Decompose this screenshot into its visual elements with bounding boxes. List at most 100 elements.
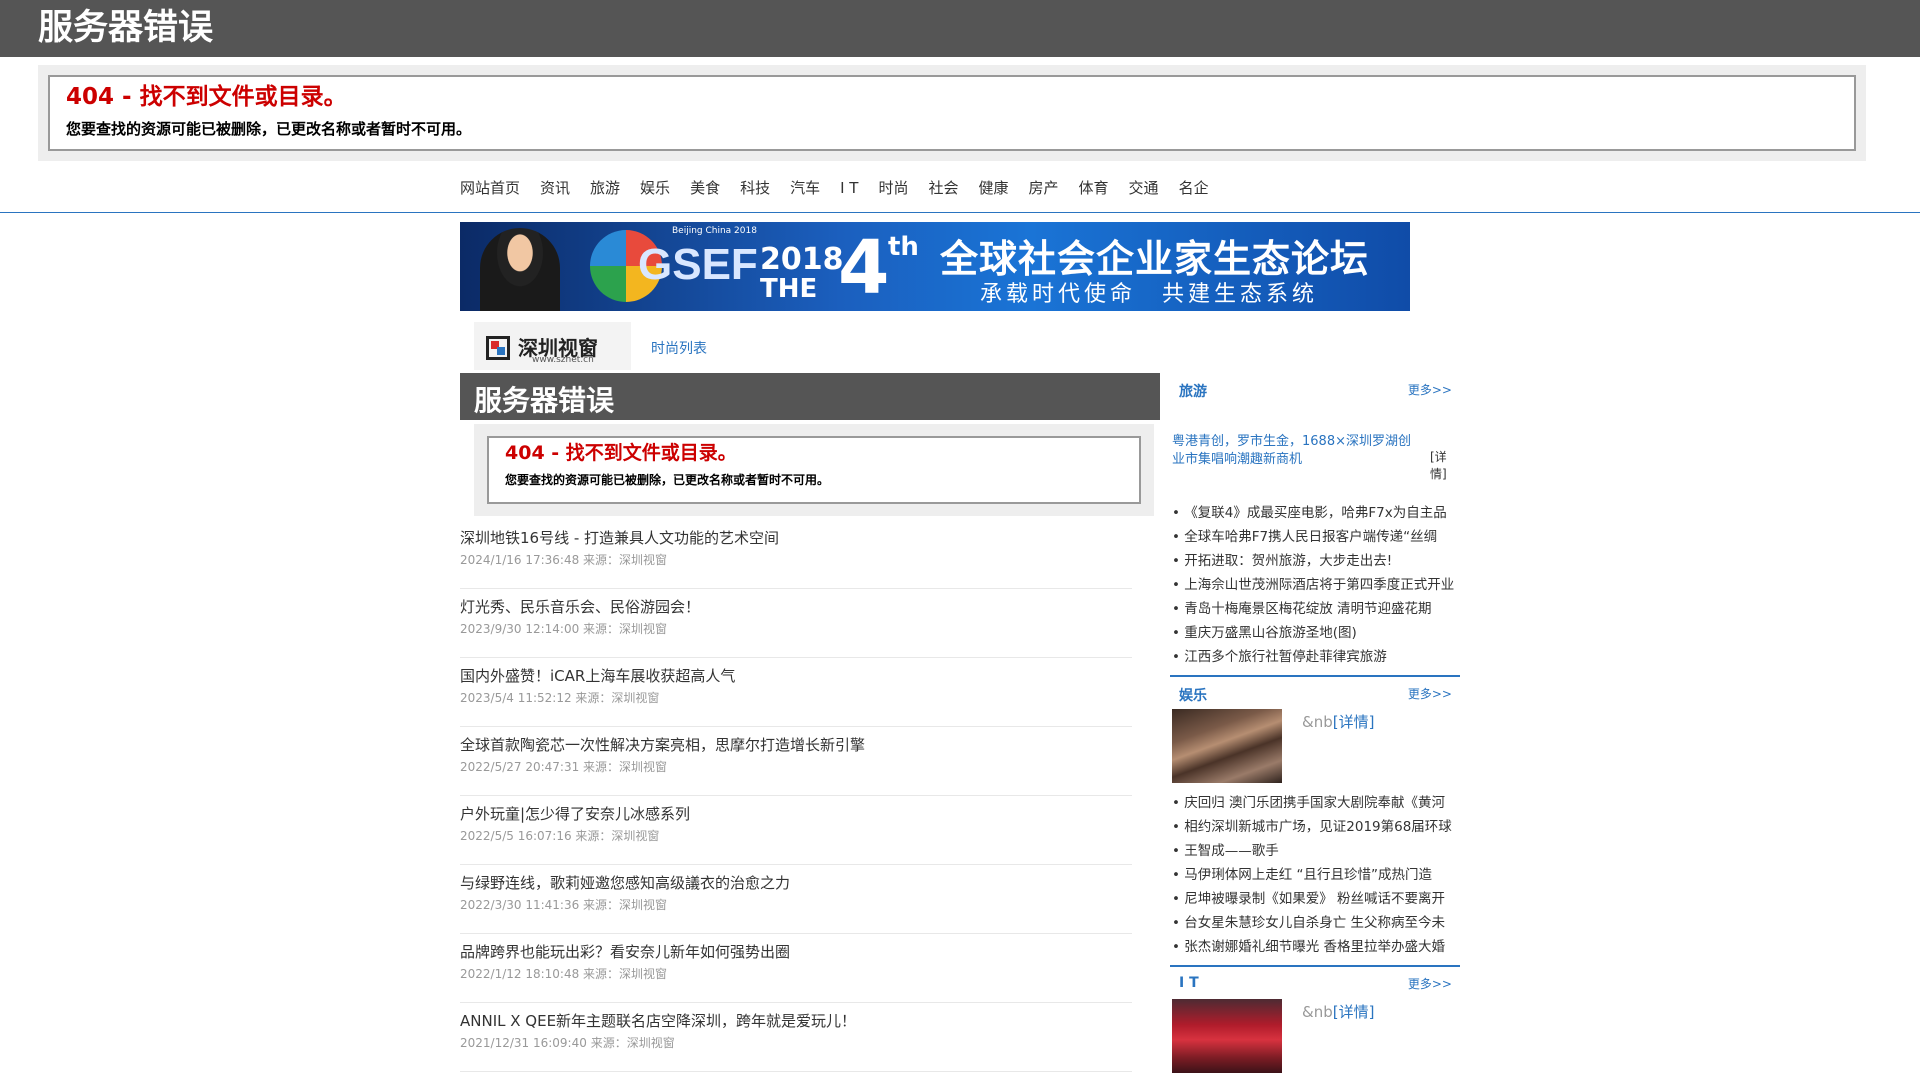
list-item: ANNIL X QEE新年主题联名店空降深圳，跨年就是爱玩儿！ 2021/12/… xyxy=(460,1003,1132,1072)
news-meta: 2022/1/12 18:10:48 来源：深圳视窗 xyxy=(460,967,668,981)
forum-banner[interactable]: Beijing China 2018 GSEF 2018 THE 4 th 全球… xyxy=(460,222,1410,311)
entertainment-nb-text: &nb xyxy=(1302,713,1333,731)
travel-section-title[interactable]: 旅游 xyxy=(1179,381,1207,401)
banner-ordinal-suffix: th xyxy=(888,232,919,262)
page-title: 服务器错误 xyxy=(38,8,214,48)
error-description: 您要查找的资源可能已被删除，已更改名称或者暂时不可用。 xyxy=(66,120,472,138)
breadcrumb[interactable]: 时尚列表 xyxy=(651,338,707,358)
error-panel: 404 - 找不到文件或目录。 您要查找的资源可能已被删除，已更改名称或者暂时不… xyxy=(38,65,1866,161)
list-item[interactable]: 上海佘山世茂洲际酒店将于第四季度正式开业 xyxy=(1170,573,1460,597)
list-item: 与绿野连线，歌莉娅邀您感知高级議衣的治愈之力 2022/3/30 11:41:3… xyxy=(460,865,1132,934)
list-item[interactable]: 青岛十梅庵景区梅花绽放 清明节迎盛花期 xyxy=(1170,597,1460,621)
travel-feature-image-alt[interactable]: 粤港青创，罗市生金，1688×深圳罗湖创业市集唱响潮趣新商机 xyxy=(1172,433,1422,469)
nav-item-it[interactable]: I T xyxy=(840,178,858,198)
list-item[interactable]: 尼坤被曝录制《如果爱》 粉丝喊话不要离开 xyxy=(1170,887,1460,911)
nav-item-home[interactable]: 网站首页 xyxy=(460,178,520,198)
main-error-panel: 404 - 找不到文件或目录。 您要查找的资源可能已被删除，已更改名称或者暂时不… xyxy=(474,424,1154,516)
banner-ordinal: 4 xyxy=(838,225,890,311)
news-title[interactable]: 与绿野连线，歌莉娅邀您感知高级議衣的治愈之力 xyxy=(460,873,1132,893)
news-meta: 2023/5/4 11:52:12 来源：深圳视窗 xyxy=(460,691,660,705)
list-item: 国内外盛赞！iCAR上海车展收获超高人气 2023/5/4 11:52:12 来… xyxy=(460,658,1132,727)
error-title: 404 - 找不到文件或目录。 xyxy=(66,84,347,110)
list-item[interactable]: 全球车哈弗F7携人民日报客户端传递“丝绸 xyxy=(1170,525,1460,549)
it-section-header: I T 更多>> xyxy=(1170,965,1460,995)
site-logo[interactable]: 深圳视窗 www.sznet.cn xyxy=(474,322,631,370)
entertainment-summary: &nb[详情] xyxy=(1302,711,1374,732)
banner-the: THE xyxy=(760,274,818,304)
travel-section-header: 旅游 更多>> xyxy=(1170,373,1460,403)
main-error-header: 服务器错误 xyxy=(460,373,1160,420)
list-item[interactable]: 相约深圳新城市广场，见证2019第68届环球 xyxy=(1170,815,1460,839)
news-title[interactable]: 品牌跨界也能玩出彩？看安奈儿新年如何强势出圈 xyxy=(460,942,1132,962)
server-error-header: 服务器错误 xyxy=(0,0,1920,57)
nav-item-sports[interactable]: 体育 xyxy=(1079,178,1109,198)
news-title[interactable]: 户外玩童|怎少得了安奈儿冰感系列 xyxy=(460,804,1132,824)
site-logo-url: www.sznet.cn xyxy=(532,355,594,365)
banner-title: 全球社会企业家生态论坛 xyxy=(940,237,1370,281)
it-section-title[interactable]: I T xyxy=(1179,975,1199,991)
entertainment-detail-link[interactable]: [详情] xyxy=(1333,713,1375,731)
list-item[interactable]: 江西多个旅行社暂停赴菲律宾旅游 xyxy=(1170,645,1460,669)
travel-news-list: 《复联4》成最买座电影，哈弗F7x为自主品 全球车哈弗F7携人民日报客户端传递“… xyxy=(1170,497,1460,675)
news-meta: 2023/9/30 12:14:00 来源：深圳视窗 xyxy=(460,622,668,636)
it-more-link[interactable]: 更多>> xyxy=(1408,975,1452,992)
it-thumbnail[interactable] xyxy=(1172,999,1282,1073)
nav-item-tech[interactable]: 科技 xyxy=(740,178,770,198)
nav-item-companies[interactable]: 名企 xyxy=(1179,178,1209,198)
nav-item-travel[interactable]: 旅游 xyxy=(590,178,620,198)
it-summary: &nb[详情] xyxy=(1302,1001,1374,1022)
entertainment-section-title[interactable]: 娱乐 xyxy=(1179,685,1207,705)
list-item[interactable]: 《复联4》成最买座电影，哈弗F7x为自主品 xyxy=(1170,501,1460,525)
main-error-description: 您要查找的资源可能已被删除，已更改名称或者暂时不可用。 xyxy=(505,473,830,487)
news-title[interactable]: 国内外盛赞！iCAR上海车展收获超高人气 xyxy=(460,666,1132,686)
nav-item-news[interactable]: 资讯 xyxy=(540,178,570,198)
entertainment-section-header: 娱乐 更多>> xyxy=(1170,675,1460,705)
entertainment-news-list: 庆回归 澳门乐团携手国家大剧院奉献《黄河 相约深圳新城市广场，见证2019第68… xyxy=(1170,787,1460,965)
banner-slogan: 承载时代使命 共建生态系统 xyxy=(980,282,1319,307)
news-title[interactable]: ANNIL X QEE新年主题联名店空降深圳，跨年就是爱玩儿！ xyxy=(460,1011,1132,1031)
main-nav: 网站首页 资讯 旅游 娱乐 美食 科技 汽车 I T 时尚 社会 健康 房产 体… xyxy=(0,168,1920,213)
news-title[interactable]: 全球首款陶瓷芯一次性解决方案亮相，思摩尔打造增长新引擎 xyxy=(460,735,1132,755)
it-feature: &nb[详情] xyxy=(1170,995,1460,1073)
nav-item-fashion[interactable]: 时尚 xyxy=(878,178,908,198)
travel-feature: 粤港青创，罗市生金，1688×深圳罗湖创业市集唱响潮趣新商机 [详情] xyxy=(1170,403,1460,497)
list-item[interactable]: 开拓进取：贺州旅游，大步走出去! xyxy=(1170,549,1460,573)
travel-detail-link[interactable]: [详情] xyxy=(1430,449,1458,483)
main-error-title: 服务器错误 xyxy=(474,384,615,417)
travel-more-link[interactable]: 更多>> xyxy=(1408,381,1452,398)
news-meta: 2022/3/30 11:41:36 来源：深圳视窗 xyxy=(460,898,668,912)
entertainment-feature: &nb[详情] xyxy=(1170,705,1460,787)
news-title[interactable]: 深圳地铁16号线 - 打造兼具人文功能的艺术空间 xyxy=(460,528,1132,548)
news-title[interactable]: 灯光秀、民乐音乐会、民俗游园会！ xyxy=(460,597,1132,617)
entertainment-more-link[interactable]: 更多>> xyxy=(1408,685,1452,702)
it-nb-text: &nb xyxy=(1302,1003,1333,1021)
speaker-photo xyxy=(480,228,560,311)
list-item[interactable]: 马伊琍体网上走红 “且行且珍惜”成热门造 xyxy=(1170,863,1460,887)
news-list: 深圳地铁16号线 - 打造兼具人文功能的艺术空间 2024/1/16 17:36… xyxy=(460,520,1132,1072)
window-logo-icon xyxy=(486,336,510,360)
sidebar: 旅游 更多>> 粤港青创，罗市生金，1688×深圳罗湖创业市集唱响潮趣新商机 [… xyxy=(1170,373,1460,1073)
entertainment-thumbnail[interactable] xyxy=(1172,709,1282,783)
banner-year: 2018 xyxy=(760,242,844,277)
nav-item-society[interactable]: 社会 xyxy=(928,178,958,198)
news-meta: 2024/1/16 17:36:48 来源：深圳视窗 xyxy=(460,553,668,567)
list-item[interactable]: 庆回归 澳门乐团携手国家大剧院奉献《黄河 xyxy=(1170,791,1460,815)
main-error-code: 404 - 找不到文件或目录。 xyxy=(505,442,737,464)
news-meta: 2022/5/27 20:47:31 来源：深圳视窗 xyxy=(460,760,668,774)
list-item: 品牌跨界也能玩出彩？看安奈儿新年如何强势出圈 2022/1/12 18:10:4… xyxy=(460,934,1132,1003)
nav-item-traffic[interactable]: 交通 xyxy=(1129,178,1159,198)
it-detail-link[interactable]: [详情] xyxy=(1333,1003,1375,1021)
nav-item-realestate[interactable]: 房产 xyxy=(1029,178,1059,198)
list-item[interactable]: 重庆万盛黑山谷旅游圣地(图) xyxy=(1170,621,1460,645)
list-item[interactable]: 张杰谢娜婚礼细节曝光 香格里拉举办盛大婚 xyxy=(1170,935,1460,959)
nav-item-health[interactable]: 健康 xyxy=(979,178,1009,198)
list-item: 灯光秀、民乐音乐会、民俗游园会！ 2023/9/30 12:14:00 来源：深… xyxy=(460,589,1132,658)
list-item[interactable]: 王智成——歌手 xyxy=(1170,839,1460,863)
error-box: 404 - 找不到文件或目录。 您要查找的资源可能已被删除，已更改名称或者暂时不… xyxy=(48,75,1856,151)
nav-item-entertainment[interactable]: 娱乐 xyxy=(640,178,670,198)
nav-item-auto[interactable]: 汽车 xyxy=(790,178,820,198)
list-item[interactable]: 台女星朱慧珍女儿自杀身亡 生父称病至今未 xyxy=(1170,911,1460,935)
list-item: 深圳地铁16号线 - 打造兼具人文功能的艺术空间 2024/1/16 17:36… xyxy=(460,520,1132,589)
main-error-box: 404 - 找不到文件或目录。 您要查找的资源可能已被删除，已更改名称或者暂时不… xyxy=(487,436,1141,504)
nav-item-food[interactable]: 美食 xyxy=(690,178,720,198)
